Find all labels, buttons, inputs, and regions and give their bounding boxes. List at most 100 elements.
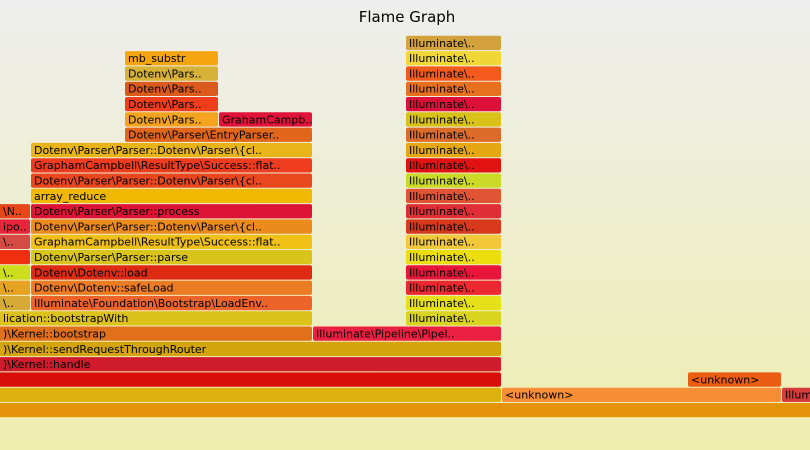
flame-frame[interactable]: Dotenv\Pars.. xyxy=(125,66,218,81)
flame-frame[interactable]: GraphamCampbell\ResultType\Success::flat… xyxy=(31,234,312,249)
flame-frame[interactable]: Illuminate\.. xyxy=(406,188,501,204)
flame-frame-label: Illuminate\.. xyxy=(409,282,475,295)
flame-frame[interactable]: Illuminate\.. xyxy=(406,81,501,96)
flame-frame-label: array_reduce xyxy=(34,190,106,203)
flame-frame-label: Dotenv\Pars.. xyxy=(128,83,202,96)
flame-frame-label: Illuminate\.. xyxy=(409,190,475,203)
flame-frame[interactable]: Dotenv\Parser\Parser::Dotenv\Parser\{cl.… xyxy=(31,173,312,188)
flame-frame[interactable]: Illuminate\Pipeline\Pipel.. xyxy=(313,326,501,341)
flame-frame[interactable]: <unknown> xyxy=(688,372,781,387)
flame-frame[interactable]: Illuminate\.. xyxy=(406,97,501,112)
flame-frame[interactable]: )\Kernel::handle xyxy=(0,357,501,372)
flame-graph-svg: <unknown> Illum<unknown>)\Kernel::handle)… xyxy=(0,35,810,418)
flame-frame-label: Illuminate\.. xyxy=(409,236,475,249)
flame-frame[interactable]: Dotenv\Pars.. xyxy=(125,97,218,112)
flame-frame[interactable]: )\Kernel::bootstrap xyxy=(0,326,312,341)
flame-frame-label: Illuminate\.. xyxy=(409,220,475,233)
flame-frame-label: Illuminate\.. xyxy=(409,98,475,111)
flame-frame[interactable]: Illuminate\.. xyxy=(406,158,501,173)
flame-frame[interactable]: \N.. xyxy=(0,204,30,219)
flame-frame[interactable] xyxy=(0,403,810,418)
flame-frame-rect[interactable] xyxy=(0,250,30,265)
flame-frame[interactable]: Dotenv\Parser\EntryParser.. xyxy=(125,127,312,142)
flame-frame[interactable]: \.. xyxy=(0,234,30,249)
flame-frame-label: Illum xyxy=(785,389,810,402)
flame-frame[interactable]: \.. xyxy=(0,265,30,280)
flame-frame[interactable]: Illuminate\Foundation\Bootstrap\LoadEnv.… xyxy=(31,295,312,311)
flame-frame-label: Illuminate\.. xyxy=(409,83,475,96)
flame-frame-label: Illuminate\.. xyxy=(409,312,475,325)
flame-frame-label: \.. xyxy=(3,282,14,295)
flame-frame-label: \.. xyxy=(3,297,14,310)
flame-frame-label: Dotenv\Dotenv::safeLoad xyxy=(34,282,174,295)
flame-frame[interactable]: Illuminate\.. xyxy=(406,295,501,311)
flame-frame[interactable]: Illuminate\.. xyxy=(406,204,501,219)
flame-frame[interactable]: Illuminate\.. xyxy=(406,112,501,127)
flame-frame-label: Dotenv\Parser\Parser::Dotenv\Parser\{cl.… xyxy=(34,175,262,188)
flame-frame[interactable]: <unknown> xyxy=(502,387,781,402)
flame-frame-label: Dotenv\Pars.. xyxy=(128,98,202,111)
flame-frame[interactable]: \.. xyxy=(0,295,30,311)
flame-frame[interactable]: Illuminate\.. xyxy=(406,142,501,158)
flame-frame[interactable]: Illum xyxy=(782,387,810,402)
flame-frame[interactable]: Illuminate\.. xyxy=(406,127,501,142)
flame-frame[interactable]: Illuminate\.. xyxy=(406,234,501,249)
flame-frame[interactable]: Illuminate\.. xyxy=(406,51,501,66)
flame-frame-label: )\Kernel::handle xyxy=(3,358,91,371)
flame-frame[interactable]: Illuminate\.. xyxy=(406,311,501,326)
flame-frame-label: Illuminate\.. xyxy=(409,113,475,126)
flame-frame-label: Dotenv\Parser\Parser::Dotenv\Parser\{cl.… xyxy=(34,220,262,233)
flame-frame-label: Illuminate\Foundation\Bootstrap\LoadEnv.… xyxy=(34,297,268,310)
flame-frame[interactable]: Dotenv\Parser\Parser::Dotenv\Parser\{cl.… xyxy=(31,142,312,158)
flame-frame-label: mb_substr xyxy=(128,52,186,65)
flame-frame[interactable]: Illuminate\.. xyxy=(406,250,501,265)
flame-frame[interactable]: Dotenv\Parser\Parser::Dotenv\Parser\{cl.… xyxy=(31,219,312,234)
flame-frame-label: <unknown> xyxy=(691,373,759,386)
flame-frame-label: Illuminate\.. xyxy=(409,175,475,188)
flame-frame[interactable]: ipo.. xyxy=(0,219,30,234)
flame-frame[interactable] xyxy=(0,250,30,265)
flame-frame[interactable]: Illuminate\.. xyxy=(406,173,501,188)
flame-frame-label: Dotenv\Pars.. xyxy=(128,67,202,80)
flame-frame[interactable]: Illuminate\.. xyxy=(406,219,501,234)
flame-frame-label: GrahamCampb.. xyxy=(222,113,312,126)
flame-frame[interactable]: lication::bootstrapWith xyxy=(0,311,312,326)
flame-frame[interactable]: GraphamCampbell\ResultType\Success::flat… xyxy=(31,158,312,173)
flame-frame-label: GraphamCampbell\ResultType\Success::flat… xyxy=(34,159,281,172)
flame-frame[interactable]: mb_substr xyxy=(125,51,218,66)
flame-frame-label: Illuminate\.. xyxy=(409,129,475,142)
flame-frame[interactable]: \.. xyxy=(0,280,30,295)
flame-frame-label: \.. xyxy=(3,266,14,279)
flame-frame-label: Dotenv\Parser\EntryParser.. xyxy=(128,129,279,142)
flame-frame[interactable]: Illuminate\.. xyxy=(406,265,501,280)
flame-frame[interactable]: Dotenv\Pars.. xyxy=(125,112,218,127)
flame-frame-label: GraphamCampbell\ResultType\Success::flat… xyxy=(34,236,281,249)
flame-frame[interactable] xyxy=(0,387,501,402)
flame-frame[interactable]: Dotenv\Parser\Parser::process xyxy=(31,204,312,219)
flame-frame-label: Illuminate\.. xyxy=(409,159,475,172)
flame-frame-label: Illuminate\.. xyxy=(409,144,475,157)
flame-frame[interactable]: )\Kernel::sendRequestThroughRouter xyxy=(0,341,501,357)
flame-frame-label: )\Kernel::bootstrap xyxy=(3,328,106,341)
flame-frame-rect[interactable] xyxy=(0,387,501,402)
flame-frame[interactable]: Dotenv\Parser\Parser::parse xyxy=(31,250,312,265)
flame-frame-label: Illuminate\.. xyxy=(409,52,475,65)
flame-frame[interactable]: Dotenv\Pars.. xyxy=(125,81,218,96)
flame-frame[interactable]: array_reduce xyxy=(31,188,312,204)
flame-frame-label: Dotenv\Parser\Parser::Dotenv\Parser\{cl.… xyxy=(34,144,262,157)
flame-frame-label: lication::bootstrapWith xyxy=(3,312,128,325)
flame-frame[interactable]: Dotenv\Dotenv::load xyxy=(31,265,312,280)
flame-frame[interactable]: Illuminate\.. xyxy=(406,280,501,295)
flame-frame-rect[interactable] xyxy=(0,403,810,418)
flame-frame[interactable] xyxy=(0,372,501,387)
flame-frame[interactable]: Illuminate\.. xyxy=(406,35,501,51)
flame-frame-label: Dotenv\Parser\Parser::process xyxy=(34,205,200,218)
flame-frame-label: Dotenv\Dotenv::load xyxy=(34,266,148,279)
flame-frame-label: Dotenv\Parser\Parser::parse xyxy=(34,251,188,264)
flame-frame-label: Illuminate\.. xyxy=(409,205,475,218)
flame-frame[interactable]: Illuminate\.. xyxy=(406,66,501,81)
flame-frame[interactable]: GrahamCampb.. xyxy=(219,112,312,127)
flame-frame[interactable]: Dotenv\Dotenv::safeLoad xyxy=(31,280,312,295)
flame-frame-rect[interactable] xyxy=(0,372,501,387)
flame-frame-label: )\Kernel::sendRequestThroughRouter xyxy=(3,343,207,356)
